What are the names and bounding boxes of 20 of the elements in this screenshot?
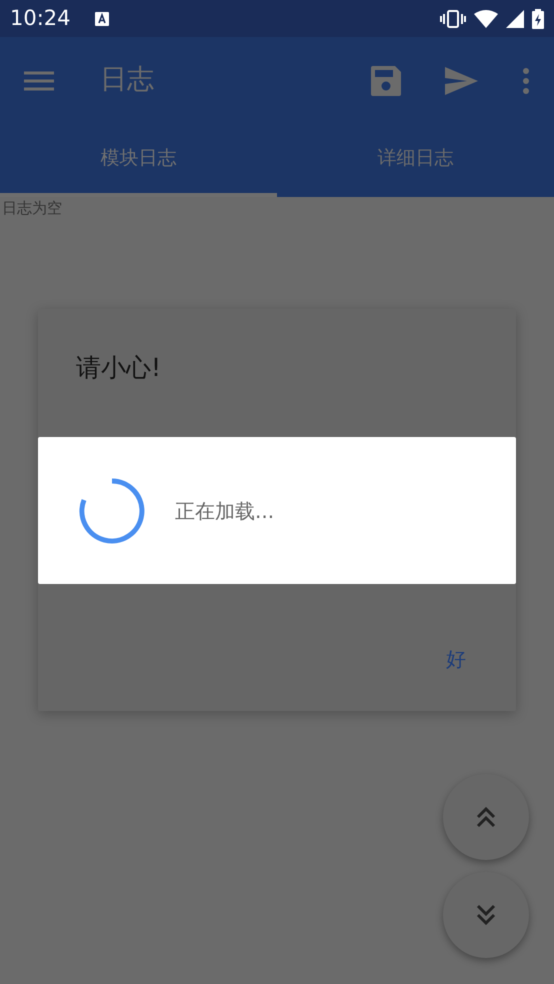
signal-icon xyxy=(506,10,524,28)
vibrate-icon xyxy=(440,10,466,28)
tab[interactable]: 模块日志 xyxy=(0,124,277,197)
battery-icon xyxy=(532,8,544,28)
tab[interactable]: 详细日志 xyxy=(277,124,554,197)
loading-spinner-icon xyxy=(79,478,145,544)
ok-button[interactable]: 好 xyxy=(446,644,466,674)
menu-icon[interactable] xyxy=(24,70,54,90)
notification-icon xyxy=(94,12,109,26)
send-icon[interactable] xyxy=(445,66,478,94)
dialog-title: 请小心! xyxy=(76,352,162,384)
double-chevron-up-icon xyxy=(476,806,496,828)
app-title: 日志 xyxy=(100,63,154,98)
wifi-icon xyxy=(474,10,498,28)
more-icon[interactable] xyxy=(522,68,530,94)
log-text: 日志为空 xyxy=(1,198,63,219)
loading-text: 正在加载... xyxy=(175,498,274,524)
status-time: 10:24 xyxy=(10,4,71,32)
double-chevron-down-icon xyxy=(476,904,496,926)
save-icon[interactable] xyxy=(371,66,401,96)
